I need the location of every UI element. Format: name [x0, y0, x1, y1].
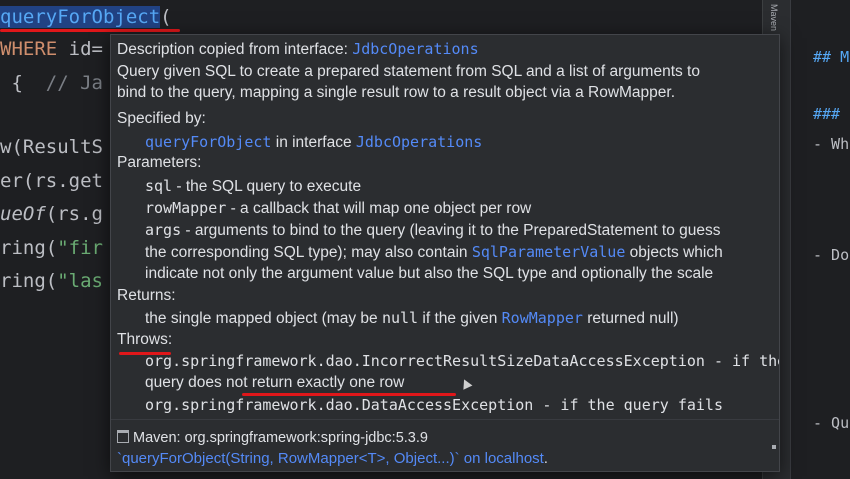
copied-from-line: Description copied from interface: JdbcO…	[117, 39, 479, 60]
code-fragment: (rs.g	[45, 203, 103, 225]
in-interface-text: in interface	[271, 134, 356, 151]
param-desc: - arguments to bind to the query (leavin…	[181, 222, 721, 239]
code-line-8[interactable]: ring("las	[0, 270, 103, 292]
description-line-2: bind to the query, mapping a single resu…	[117, 84, 676, 101]
code-fragment: ring(	[0, 237, 58, 259]
exception-text: org.springframework.dao.IncorrectResultS…	[145, 352, 780, 370]
maven-library-text: Maven: org.springframework:spring-jdbc:5…	[133, 430, 428, 446]
markdown-heading-3: ###	[813, 105, 841, 123]
param-args: args - arguments to bind to the query (l…	[145, 220, 721, 241]
specified-by-line: queryForObject in interface JdbcOperatio…	[145, 132, 482, 153]
throws-line-1: org.springframework.dao.IncorrectResultS…	[145, 351, 780, 372]
throws-text: query does	[145, 374, 226, 391]
popup-scrollbar-icon[interactable]	[771, 41, 777, 451]
markdown-heading-2: ## M	[813, 48, 850, 66]
param-rowmapper: rowMapper - a callback that will map one…	[145, 198, 531, 219]
markdown-list-item: - Qu	[813, 414, 850, 432]
external-doc-line: `queryForObject(String, RowMapper<T>, Ob…	[117, 449, 548, 469]
markdown-list-item: - Wh	[813, 135, 850, 153]
code-line-2[interactable]: WHERE id=	[0, 38, 103, 60]
param-sql: sql - the SQL query to execute	[145, 176, 361, 197]
throws-line-3: org.springframework.dao.DataAccessExcept…	[145, 395, 723, 416]
code-line-7[interactable]: ring("fir	[0, 237, 103, 259]
copied-from-label: Description copied from interface:	[117, 41, 353, 58]
returns-text: returned null)	[582, 310, 679, 327]
throws-text-highlighted: not return exactly one row	[226, 374, 405, 391]
sql-keyword: WHERE	[0, 38, 58, 60]
period: .	[543, 451, 548, 467]
rowmapper-link[interactable]: RowMapper	[502, 309, 583, 327]
popup-footer: Maven: org.springframework:spring-jdbc:5…	[111, 419, 779, 471]
code-string: "fir	[57, 237, 103, 259]
markdown-preview-pane[interactable]: ## M ### - Wh - Do - Qu	[790, 0, 850, 479]
param-desc: - the SQL query to execute	[172, 178, 362, 195]
library-icon	[117, 430, 129, 443]
code-string: "las	[57, 270, 103, 292]
returns-text: the single mapped object (may be	[145, 310, 382, 327]
param-desc: - a callback that will map one object pe…	[226, 200, 532, 217]
code-comment: // Ja	[45, 72, 103, 94]
code-line-4[interactable]: w(ResultS	[0, 136, 103, 158]
exception-text: org.springframework.dao.DataAccessExcept…	[145, 396, 723, 414]
returns-label: Returns:	[117, 287, 176, 304]
code-line-5[interactable]: er(rs.get	[0, 170, 103, 192]
interface-link[interactable]: JdbcOperations	[352, 40, 478, 58]
paren: (	[160, 6, 172, 28]
code-line-6[interactable]: ueOf(rs.g	[0, 203, 103, 225]
quick-documentation-popup[interactable]: Description copied from interface: JdbcO…	[110, 34, 780, 472]
annotation-underline-method	[0, 29, 180, 32]
selected-method-name[interactable]: queryForObject	[0, 6, 161, 28]
returns-text: if the given	[418, 310, 502, 327]
null-keyword: null	[381, 309, 419, 327]
param-desc: the corresponding SQL type); may also co…	[145, 244, 472, 261]
param-name: rowMapper	[145, 199, 227, 217]
code-fragment: w(ResultS	[0, 136, 103, 158]
param-args-line-2: the corresponding SQL type); may also co…	[145, 242, 723, 263]
param-name: sql	[145, 177, 173, 195]
returns-line: the single mapped object (may be null if…	[145, 308, 679, 329]
markdown-list-item: - Do	[813, 246, 850, 264]
throws-line-2: query does not return exactly one row	[145, 373, 404, 393]
param-name: args	[145, 221, 182, 239]
throws-label: Throws:	[117, 331, 173, 348]
external-doc-link[interactable]: `queryForObject(String, RowMapper<T>, Ob…	[117, 450, 544, 467]
code-line-1[interactable]: queryForObject(	[0, 6, 172, 28]
code-fragment: er(rs.get	[0, 170, 103, 192]
code-line-3[interactable]: { // Ja	[0, 72, 103, 94]
code-fragment: {	[0, 72, 46, 94]
parameters-label: Parameters:	[117, 154, 202, 171]
interface-link[interactable]: JdbcOperations	[356, 133, 482, 151]
code-fragment: id=	[57, 38, 103, 60]
specified-by-label: Specified by:	[117, 110, 206, 127]
code-fragment: ring(	[0, 270, 58, 292]
sqlparametervalue-link[interactable]: SqlParameterValue	[472, 243, 626, 261]
maven-library-line: Maven: org.springframework:spring-jdbc:5…	[117, 428, 428, 448]
method-link[interactable]: queryForObject	[145, 133, 271, 151]
maven-tool-tab[interactable]: Maven	[769, 4, 779, 31]
mouse-cursor-icon	[459, 377, 473, 390]
description-line-1: Query given SQL to create a prepared sta…	[117, 63, 700, 80]
code-fragment: ueOf	[0, 203, 46, 225]
param-args-line-3: indicate not only the argument value but…	[145, 265, 714, 282]
param-desc: objects which	[625, 244, 723, 261]
